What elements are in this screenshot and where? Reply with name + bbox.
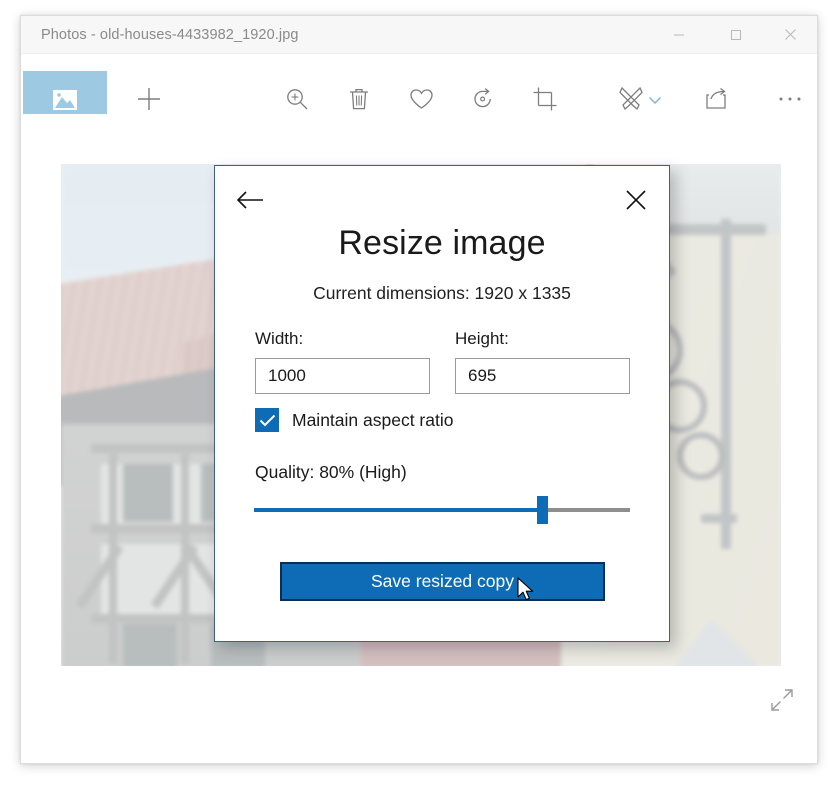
maintain-aspect-ratio-label: Maintain aspect ratio (292, 409, 454, 430)
height-input[interactable] (455, 358, 630, 394)
maintain-aspect-ratio-checkbox[interactable]: Maintain aspect ratio (255, 408, 453, 432)
close-icon (626, 190, 646, 210)
width-input[interactable] (255, 358, 430, 394)
edit-create-icon (619, 86, 643, 111)
minimize-button[interactable] (656, 16, 702, 53)
height-label: Height: (455, 329, 509, 348)
maximize-button[interactable] (713, 16, 759, 53)
slider-fill (254, 508, 544, 512)
zoom-in-icon (287, 89, 308, 110)
current-dimensions-text: Current dimensions: 1920 x 1335 (313, 283, 571, 303)
resize-image-dialog: Resize image Current dimensions: 1920 x … (214, 165, 670, 642)
checkbox-box[interactable] (255, 408, 279, 432)
window-title: Photos - old-houses-4433982_1920.jpg (41, 27, 299, 43)
slider-thumb[interactable] (537, 496, 548, 524)
back-arrow-icon (236, 191, 263, 209)
trash-icon (350, 88, 368, 110)
dialog-close-button[interactable] (615, 180, 657, 220)
dialog-title: Resize image (338, 224, 546, 262)
back-button[interactable] (229, 180, 273, 220)
add-icon (138, 88, 160, 110)
thumbnail-icon (53, 89, 77, 110)
close-icon (784, 29, 796, 40)
checkmark-icon (259, 414, 275, 426)
title-bar[interactable]: Photos - old-houses-4433982_1920.jpg (21, 16, 817, 54)
maximize-icon (731, 29, 741, 40)
quality-slider[interactable] (254, 496, 630, 524)
crop-icon (533, 87, 557, 111)
width-label: Width: (255, 329, 304, 348)
close-button[interactable] (767, 16, 813, 53)
minimize-icon (674, 34, 684, 35)
chevron-down-icon[interactable] (648, 92, 662, 110)
photos-app-window: Photos - old-houses-4433982_1920.jpg Res… (20, 15, 818, 764)
share-icon (706, 87, 726, 109)
toolbar (21, 54, 817, 128)
expand-icon[interactable] (769, 687, 795, 713)
quality-label: Quality: 80% (High) (255, 462, 407, 482)
rotate-icon (474, 88, 491, 108)
more-icon (779, 97, 801, 101)
save-resized-copy-button[interactable]: Save resized copy (280, 562, 605, 601)
heart-icon (409, 89, 433, 109)
